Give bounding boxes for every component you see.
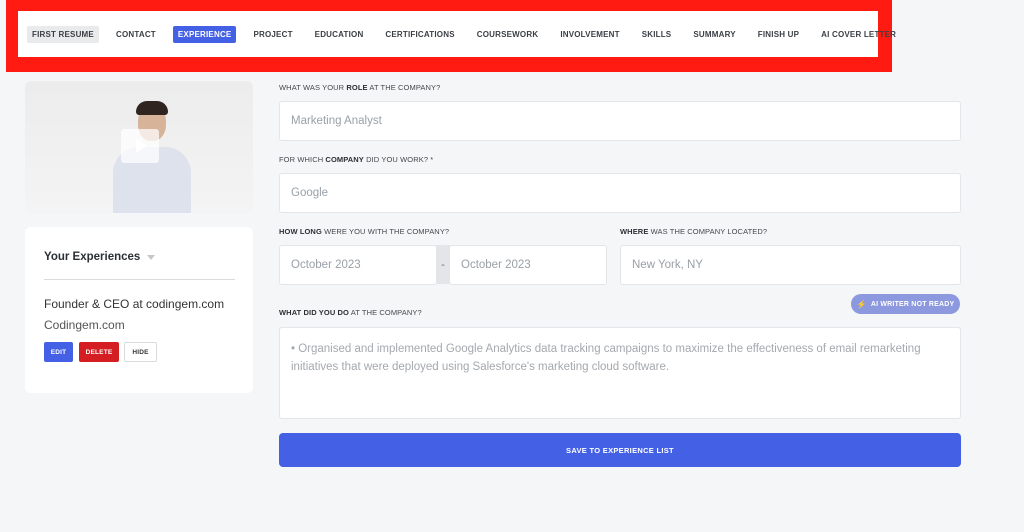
experience-role: Founder & CEO at codingem.com: [44, 297, 225, 311]
duties-label: WHAT DID YOU DO AT THE COMPANY?: [279, 308, 422, 317]
duration-label: HOW LONG WERE YOU WITH THE COMPANY?: [279, 227, 450, 236]
location-label: WHERE WAS THE COMPANY LOCATED?: [620, 227, 768, 236]
location-input[interactable]: New York, NY: [620, 245, 961, 285]
role-label: WHAT WAS YOUR ROLE AT THE COMPANY?: [279, 83, 441, 92]
experiences-title[interactable]: Your Experiences: [44, 251, 140, 263]
ai-writer-label: AI WRITER NOT READY: [870, 300, 955, 308]
company-label: FOR WHICH COMPANY DID YOU WORK? *: [279, 155, 434, 164]
date-separator: -: [436, 245, 450, 284]
start-date-input[interactable]: October 2023: [279, 245, 437, 285]
delete-button[interactable]: DELETE: [79, 342, 119, 362]
nav-item-contact[interactable]: CONTACT: [111, 26, 161, 43]
edit-button[interactable]: EDIT: [44, 342, 73, 362]
role-input[interactable]: Marketing Analyst: [279, 101, 961, 141]
nav-item-project[interactable]: PROJECT: [248, 26, 297, 43]
nav-item-certifications[interactable]: CERTIFICATIONS: [380, 26, 459, 43]
lightning-icon: ⚡: [856, 299, 867, 309]
nav-item-education[interactable]: EDUCATION: [310, 26, 369, 43]
play-icon[interactable]: [121, 129, 159, 163]
hide-button[interactable]: HIDE: [124, 342, 157, 362]
nav-item-coursework[interactable]: COURSEWORK: [472, 26, 544, 43]
nav-item-experience[interactable]: EXPERIENCE: [172, 25, 237, 43]
nav-item-first-resume[interactable]: FIRST RESUME: [27, 25, 99, 43]
experience-company: Codingem.com: [44, 318, 125, 332]
top-nav: FIRST RESUME CONTACT EXPERIENCE PROJECT …: [18, 11, 896, 57]
save-button[interactable]: SAVE TO EXPERIENCE LIST: [279, 433, 961, 467]
nav-item-involvement[interactable]: INVOLVEMENT: [555, 26, 624, 43]
divider: [44, 279, 235, 280]
nav-item-finish-up[interactable]: FINISH UP: [753, 26, 804, 43]
ai-writer-button[interactable]: ⚡ AI WRITER NOT READY: [851, 294, 960, 314]
chevron-down-icon[interactable]: [147, 255, 155, 260]
duties-textarea[interactable]: • Organised and implemented Google Analy…: [279, 327, 961, 419]
nav-item-ai-cover-letter[interactable]: AI COVER LETTER: [816, 26, 901, 43]
experiences-panel: Your Experiences Founder & CEO at coding…: [25, 227, 253, 393]
top-nav-highlight: FIRST RESUME CONTACT EXPERIENCE PROJECT …: [6, 0, 896, 72]
nav-item-skills[interactable]: SKILLS: [637, 26, 677, 43]
company-input[interactable]: Google: [279, 173, 961, 213]
end-date-input[interactable]: October 2023: [449, 245, 607, 285]
nav-item-summary[interactable]: SUMMARY: [688, 26, 740, 43]
